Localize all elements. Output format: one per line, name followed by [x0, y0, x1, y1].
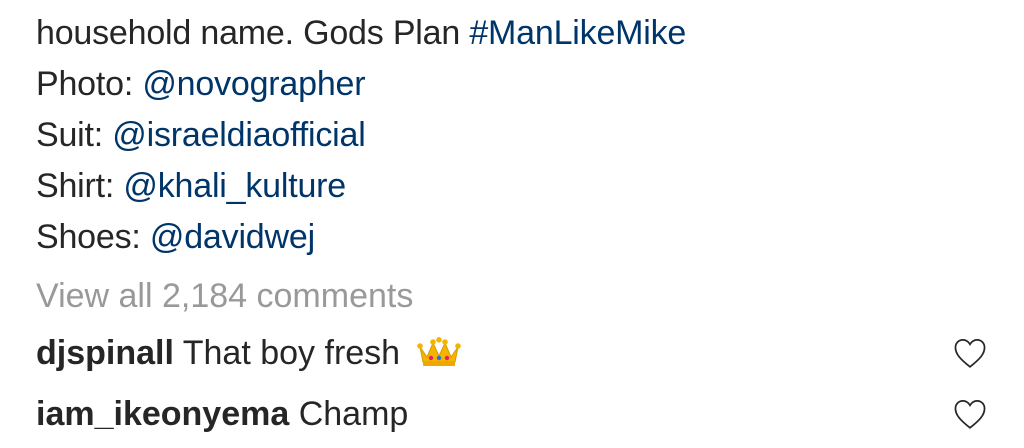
credit-label: Shoes:	[36, 218, 150, 256]
credit-shoes: Shoes: @davidwej	[36, 212, 984, 263]
like-heart-icon[interactable]	[952, 337, 988, 369]
like-heart-icon[interactable]	[952, 398, 988, 430]
credit-label: Suit:	[36, 116, 113, 154]
comment-text: Champ	[289, 395, 409, 433]
caption-text: household name. Gods Plan	[36, 14, 470, 52]
caption-line: household name. Gods Plan #ManLikeMike	[36, 8, 984, 59]
mention-link[interactable]: @khali_kulture	[123, 167, 346, 205]
crown-icon	[416, 337, 461, 367]
mention-link[interactable]: @novographer	[142, 65, 365, 103]
comment-username[interactable]: djspinall	[36, 334, 174, 372]
comment-item: iam_ikeonyema Champ	[36, 384, 988, 444]
credit-shirt: Shirt: @khali_kulture	[36, 161, 984, 212]
comment-body: iam_ikeonyema Champ	[36, 384, 988, 444]
comment-username[interactable]: iam_ikeonyema	[36, 395, 289, 433]
credit-photo: Photo: @novographer	[36, 59, 984, 110]
comment-text: That boy fresh	[173, 334, 401, 372]
comment-item: djspinall That boy fresh	[36, 323, 988, 383]
credit-label: Shirt:	[36, 167, 124, 205]
view-all-comments-link[interactable]: View all 2,184 comments	[36, 271, 413, 322]
comment-body: djspinall That boy fresh	[36, 323, 988, 383]
credit-suit: Suit: @israeldiaofficial	[36, 110, 984, 161]
hashtag-link[interactable]: #ManLikeMike	[469, 14, 686, 52]
mention-link[interactable]: @davidwej	[150, 218, 315, 256]
mention-link[interactable]: @israeldiaofficial	[112, 116, 365, 154]
post-caption: household name. Gods Plan #ManLikeMike P…	[36, 8, 984, 263]
credit-label: Photo:	[36, 65, 143, 103]
